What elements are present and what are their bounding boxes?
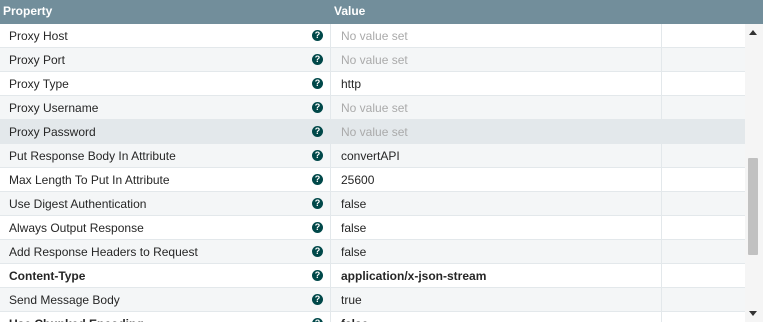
property-value[interactable]: false: [341, 245, 366, 259]
help-question-icon[interactable]: ?: [312, 198, 323, 209]
scrollbar-thumb[interactable]: [748, 158, 758, 255]
help-question-icon[interactable]: ?: [312, 126, 323, 137]
column-divider: [661, 48, 662, 71]
property-value[interactable]: No value set: [341, 53, 408, 67]
help-question-icon[interactable]: ?: [312, 30, 323, 41]
property-value[interactable]: false: [341, 197, 366, 211]
help-question-icon[interactable]: ?: [312, 150, 323, 161]
help-question-icon[interactable]: ?: [312, 174, 323, 185]
column-divider: [330, 72, 331, 95]
column-divider: [330, 168, 331, 191]
help-question-icon[interactable]: ?: [312, 270, 323, 281]
column-divider: [661, 24, 662, 47]
column-divider: [330, 264, 331, 287]
property-row[interactable]: Use Chunked Encoding?false: [0, 312, 745, 322]
column-divider: [661, 312, 662, 322]
property-row[interactable]: Proxy Host? No value set: [0, 24, 745, 48]
column-divider: [661, 168, 662, 191]
help-question-icon[interactable]: ?: [312, 102, 323, 113]
column-divider: [661, 120, 662, 143]
column-divider: [330, 312, 331, 322]
property-row[interactable]: Max Length To Put In Attribute? 25600: [0, 168, 745, 192]
property-row[interactable]: Use Digest Authentication? false: [0, 192, 745, 216]
property-value[interactable]: No value set: [341, 29, 408, 43]
property-value[interactable]: convertAPI: [341, 149, 400, 163]
property-name: Proxy Username: [9, 101, 99, 115]
help-question-icon[interactable]: ?: [312, 246, 323, 257]
column-divider: [661, 288, 662, 311]
property-value[interactable]: No value set: [341, 101, 408, 115]
column-divider: [661, 216, 662, 239]
column-divider: [330, 96, 331, 119]
property-row[interactable]: Proxy Password? No value set: [0, 120, 745, 144]
property-name: Put Response Body In Attribute: [9, 149, 176, 163]
property-row[interactable]: Proxy Port? No value set: [0, 48, 745, 72]
column-divider: [330, 24, 331, 47]
property-row[interactable]: Send Message Body? true: [0, 288, 745, 312]
vertical-scrollbar[interactable]: [745, 24, 763, 322]
column-divider: [661, 192, 662, 215]
property-value[interactable]: No value set: [341, 125, 408, 139]
column-divider: [661, 144, 662, 167]
scroll-down-arrow-icon[interactable]: [749, 311, 757, 316]
property-row[interactable]: Put Response Body In Attribute? convertAP…: [0, 144, 745, 168]
bottom-strip: [0, 322, 763, 333]
property-row[interactable]: Add Response Headers to Request? false: [0, 240, 745, 264]
property-name: Proxy Host: [9, 29, 68, 43]
property-value[interactable]: 25600: [341, 173, 374, 187]
help-question-icon[interactable]: ?: [312, 54, 323, 65]
value-column-header[interactable]: Value: [334, 4, 365, 18]
help-question-icon[interactable]: ?: [312, 222, 323, 233]
property-value[interactable]: true: [341, 293, 362, 307]
property-name: Max Length To Put In Attribute: [9, 173, 170, 187]
scroll-up-arrow-icon[interactable]: [749, 30, 757, 35]
property-name: Send Message Body: [9, 293, 120, 307]
column-divider: [661, 240, 662, 263]
column-divider: [330, 240, 331, 263]
property-row[interactable]: Content-Type? application/x-json-stream: [0, 264, 745, 288]
property-name: Always Output Response: [9, 221, 144, 235]
property-name: Add Response Headers to Request: [9, 245, 198, 259]
column-divider: [330, 288, 331, 311]
column-divider: [330, 120, 331, 143]
property-row[interactable]: Always Output Response? false: [0, 216, 745, 240]
property-column-header[interactable]: Property: [3, 4, 52, 18]
property-value[interactable]: false: [341, 221, 366, 235]
column-divider: [330, 216, 331, 239]
column-divider: [330, 144, 331, 167]
column-divider: [661, 72, 662, 95]
column-divider: [661, 96, 662, 119]
property-name: Content-Type: [9, 269, 86, 283]
property-row[interactable]: Proxy Username? No value set: [0, 96, 745, 120]
property-name: Use Digest Authentication: [9, 197, 147, 211]
property-name: Proxy Type: [9, 77, 69, 91]
column-divider: [330, 192, 331, 215]
help-question-icon[interactable]: ?: [312, 78, 323, 89]
help-question-icon[interactable]: ?: [312, 294, 323, 305]
property-name: Proxy Password: [9, 125, 96, 139]
property-row[interactable]: Proxy Type? http: [0, 72, 745, 96]
property-table-header: Property Value: [0, 0, 763, 24]
property-value[interactable]: http: [341, 77, 361, 91]
property-value[interactable]: application/x-json-stream: [341, 269, 486, 283]
column-divider: [330, 48, 331, 71]
property-grid: Proxy Host? No value set Proxy Port? No val…: [0, 24, 745, 322]
column-divider: [661, 264, 662, 287]
property-name: Proxy Port: [9, 53, 66, 67]
